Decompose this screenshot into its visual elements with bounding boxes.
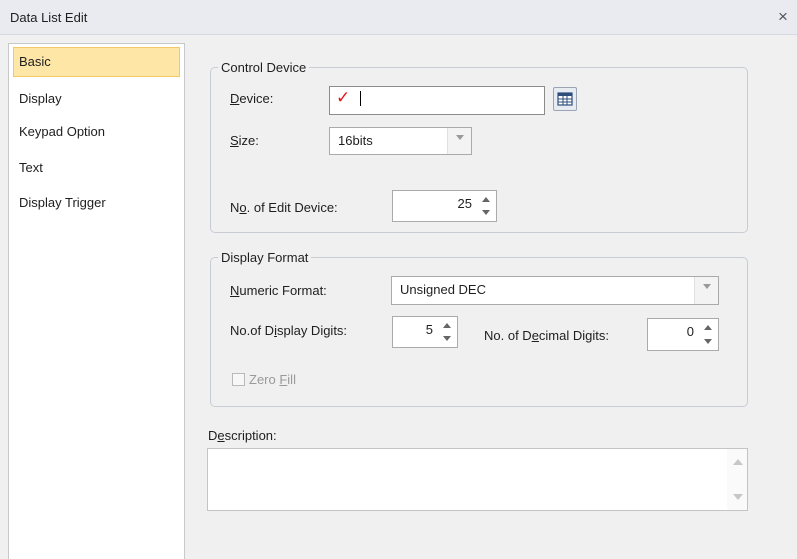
numeric-format-label-mnemonic: N <box>230 283 240 298</box>
zero-fill-label-pre: Zero <box>249 372 280 387</box>
display-digits-label-pre: No.of D <box>230 323 275 338</box>
size-select-value: 16bits <box>338 133 373 148</box>
device-label-rest: evice: <box>239 91 274 106</box>
numeric-format-select[interactable]: Unsigned DEC <box>391 276 719 305</box>
description-label: Description: <box>208 428 277 444</box>
chevron-down-icon <box>456 135 464 140</box>
scroll-down-icon[interactable] <box>733 494 743 500</box>
edit-device-label: No. of Edit Device: <box>230 200 338 216</box>
zero-fill-label: Zero Fill <box>249 372 296 388</box>
edit-device-label-rest: . of Edit Device: <box>246 200 338 215</box>
spin-down-icon[interactable] <box>704 339 712 344</box>
edit-device-stepper[interactable]: 25 <box>392 190 497 222</box>
size-select[interactable]: 16bits <box>329 127 472 155</box>
display-digits-spin-buttons[interactable] <box>437 317 457 347</box>
device-label-mnemonic: D <box>230 91 240 106</box>
numeric-format-label: Numeric Format: <box>230 283 327 299</box>
title-bar: Data List Edit × <box>0 0 797 35</box>
chevron-down-icon <box>703 284 711 289</box>
device-input[interactable]: ✓ <box>329 86 545 115</box>
decimal-digits-spin-buttons[interactable] <box>698 319 718 350</box>
decimal-digits-label: No. of Decimal Digits: <box>484 328 609 344</box>
sidebar-item-display[interactable]: Display <box>13 84 180 114</box>
device-picker-button[interactable] <box>553 87 577 111</box>
size-label-mnemonic: S <box>230 133 239 148</box>
display-format-title: Display Format <box>218 250 312 265</box>
sidebar-item-display-trigger[interactable]: Display Trigger <box>13 188 180 218</box>
sidebar-item-basic[interactable]: Basic <box>13 47 180 77</box>
device-label: Device: <box>230 91 273 107</box>
scroll-up-icon[interactable] <box>733 459 743 465</box>
zero-fill-checkbox[interactable] <box>232 373 245 386</box>
description-label-pre: D <box>208 428 218 443</box>
sidebar-nav: Basic Display Keypad Option Text Display… <box>8 43 185 559</box>
decimal-digits-label-pre: No. of D <box>484 328 532 343</box>
spin-up-icon[interactable] <box>443 323 451 328</box>
sidebar-item-text[interactable]: Text <box>13 153 180 183</box>
description-label-mnemonic: e <box>217 428 225 443</box>
decimal-digits-value: 0 <box>686 324 694 339</box>
spin-down-icon[interactable] <box>482 210 490 215</box>
sidebar-item-keypad-option[interactable]: Keypad Option <box>13 117 180 147</box>
spin-up-icon[interactable] <box>482 197 490 202</box>
numeric-format-label-rest: umeric Format: <box>239 283 327 298</box>
spin-down-icon[interactable] <box>443 336 451 341</box>
description-label-rest: scription: <box>224 428 277 443</box>
description-scrollbar[interactable] <box>727 449 747 510</box>
display-digits-value: 5 <box>425 322 433 337</box>
display-digits-label: No.of Display Digits: <box>230 323 347 339</box>
red-check-mark-icon: ✓ <box>336 88 351 107</box>
edit-device-label-mnemonic: o <box>239 200 247 215</box>
edit-device-spin-buttons[interactable] <box>476 191 496 221</box>
display-digits-label-rest: splay Digits: <box>276 323 348 338</box>
spin-up-icon[interactable] <box>704 325 712 330</box>
edit-device-value: 25 <box>457 196 472 211</box>
decimal-digits-stepper[interactable]: 0 <box>647 318 719 351</box>
size-label: Size: <box>230 133 259 149</box>
size-dropdown-arrow[interactable] <box>447 128 471 154</box>
edit-device-label-pre: N <box>230 200 240 215</box>
control-device-title: Control Device <box>218 60 310 75</box>
decimal-digits-label-mnemonic: e <box>531 328 539 343</box>
close-icon[interactable]: × <box>774 8 792 26</box>
zero-fill-label-rest: ill <box>287 372 296 387</box>
text-caret <box>360 91 361 106</box>
numeric-format-value: Unsigned DEC <box>400 282 486 297</box>
dialog-title: Data List Edit <box>10 10 88 25</box>
display-digits-stepper[interactable]: 5 <box>392 316 458 348</box>
description-textarea[interactable] <box>207 448 748 511</box>
numeric-format-dropdown-arrow[interactable] <box>694 277 718 304</box>
size-label-rest: ize: <box>238 133 259 148</box>
device-picker-icon <box>557 92 573 106</box>
decimal-digits-label-rest: cimal Digits: <box>538 328 609 343</box>
